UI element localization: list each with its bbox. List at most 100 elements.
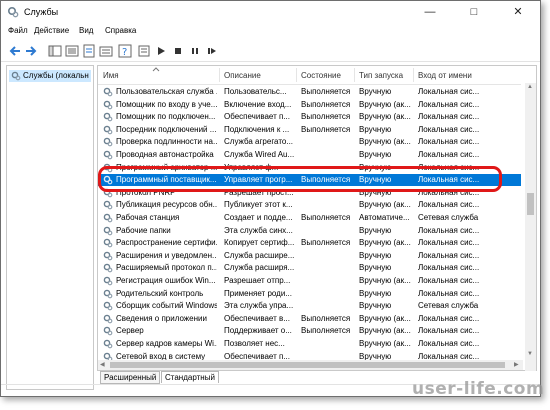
cell-logon: Локальная сис... xyxy=(418,313,480,323)
table-row[interactable]: Рабочая станция Создает и подде... Выполня… xyxy=(98,212,521,224)
service-gear-icon xyxy=(103,213,113,223)
table-row[interactable]: Распространение сертифи... Копирует серти… xyxy=(98,237,521,249)
menu-action[interactable]: Действие xyxy=(34,26,69,35)
table-row[interactable]: Регистрация ошибок Win... Разрешает отпр.… xyxy=(98,275,521,287)
back-arrow-icon[interactable] xyxy=(8,44,22,58)
cell-startup-type: Автоматиче... xyxy=(359,213,410,222)
cell-name: Помощник по подключен... xyxy=(116,112,216,122)
scrollbar-thumb[interactable] xyxy=(527,193,534,215)
table-row[interactable]: Сборщик событий Windows Эта служба упра..… xyxy=(98,300,521,312)
minimize-button[interactable]: — xyxy=(408,1,452,23)
cell-description: Эта служба синх... xyxy=(224,225,293,235)
table-row[interactable]: Проверка подлинности на... Служба агрегат… xyxy=(98,136,521,148)
cell-description: Включение вход... xyxy=(224,99,292,109)
scroll-down-icon[interactable]: ▼ xyxy=(527,351,533,357)
scroll-left-icon[interactable]: ◀ xyxy=(100,361,105,368)
stop-service-icon[interactable] xyxy=(171,44,185,58)
cell-description: Публикует этот к... xyxy=(224,200,293,210)
help-icon[interactable]: ? xyxy=(118,44,132,58)
cell-name: Рабочие папки xyxy=(116,225,171,235)
column-header-startup-type[interactable]: Тип запуска xyxy=(359,71,403,80)
table-row[interactable]: Сервер кадров камеры Wi... Позволяет нес.… xyxy=(98,338,521,350)
hscrollbar-thumb[interactable] xyxy=(110,362,505,368)
scroll-up-icon[interactable]: ▲ xyxy=(527,84,533,90)
tree-item-services-local[interactable]: Службы (локальн xyxy=(9,70,91,82)
table-row[interactable]: Проводная автонастройка Служба Wired Au..… xyxy=(98,149,521,161)
service-gear-icon xyxy=(103,112,113,122)
table-row[interactable]: Посредник подключений ... Подключения к .… xyxy=(98,124,521,136)
menu-help[interactable]: Справка xyxy=(105,26,136,35)
pause-service-icon[interactable] xyxy=(188,44,202,58)
cell-name: Сборщик событий Windows xyxy=(116,301,217,311)
cell-logon: Локальная сис... xyxy=(418,99,480,109)
cell-description: Подключения к ... xyxy=(224,124,290,134)
table-row[interactable]: Помощник по входу в уче... Включение вход… xyxy=(98,99,521,111)
refresh-icon[interactable] xyxy=(82,44,96,58)
cell-description: Служба Wired Au... xyxy=(224,150,294,159)
table-row[interactable]: Родительский контроль Применяет роди... Вр… xyxy=(98,288,521,300)
cell-startup-type: Вручную (ак... xyxy=(359,112,411,122)
export-list-icon[interactable] xyxy=(99,44,113,58)
column-divider[interactable] xyxy=(413,68,414,82)
tab-standard[interactable]: Стандартный xyxy=(161,371,219,383)
cell-startup-type: Вручную (ак... xyxy=(359,238,411,248)
column-header-state[interactable]: Состояние xyxy=(301,71,341,80)
window-title: Службы xyxy=(24,7,59,17)
cell-logon: Локальная сис... xyxy=(418,276,480,285)
table-row[interactable]: Сервер Поддерживает о... Выполняется Вручну… xyxy=(98,325,521,337)
cell-logon: Локальная сис... xyxy=(418,288,480,298)
svg-text:?: ? xyxy=(122,47,127,58)
cell-name: Расширения и уведомлен... xyxy=(116,250,217,260)
cell-name: Сведения о приложении xyxy=(116,313,207,323)
cell-startup-type: Вручную xyxy=(359,225,392,235)
cell-description: Создает и подде... xyxy=(224,213,293,222)
table-row[interactable]: Публикация ресурсов обн... Публикует этот… xyxy=(98,199,521,211)
table-row[interactable]: Расширения и уведомлен... Служба расшире.… xyxy=(98,250,521,262)
cell-description: Эта служба упра... xyxy=(224,301,294,311)
close-button[interactable]: ✕ xyxy=(496,1,540,23)
cell-name: Публикация ресурсов обн... xyxy=(116,200,217,210)
cell-name: Расширяемый протокол п... xyxy=(116,263,217,273)
menu-view[interactable]: Вид xyxy=(79,26,93,35)
forward-arrow-icon[interactable] xyxy=(24,44,38,58)
service-gear-icon xyxy=(103,327,113,336)
console-tree-icon[interactable] xyxy=(48,44,62,58)
column-divider[interactable] xyxy=(296,68,297,82)
cell-startup-type: Вручную xyxy=(359,288,392,298)
column-divider[interactable] xyxy=(354,68,355,82)
cell-description: Позволяет нес... xyxy=(224,339,285,348)
properties-icon[interactable] xyxy=(137,44,151,58)
horizontal-scrollbar[interactable]: ◀ ▶ xyxy=(98,360,523,370)
table-row[interactable]: Расширяемый протокол п... Служба расширя.… xyxy=(98,262,521,274)
cell-state: Выполняется xyxy=(301,213,351,222)
table-row[interactable]: Сведения о приложении Обеспечивает в... Вы… xyxy=(98,313,521,325)
cell-description: Обеспечивает п... xyxy=(224,112,290,122)
column-header-name[interactable]: Имя xyxy=(103,71,119,80)
cell-logon: Локальная сис... xyxy=(418,124,480,134)
cell-startup-type: Вручную (ак... xyxy=(359,326,411,336)
cell-description: Служба расшире... xyxy=(224,250,294,260)
cell-logon: Локальная сис... xyxy=(418,137,480,147)
vertical-scrollbar[interactable]: ▲ ▼ xyxy=(525,83,536,371)
service-gear-icon xyxy=(103,301,113,311)
restart-service-icon[interactable] xyxy=(205,44,219,58)
column-header-description[interactable]: Описание xyxy=(224,71,261,80)
cell-description: Служба расширя... xyxy=(224,263,294,273)
cell-name: Пользовательская служба ... xyxy=(116,87,217,96)
list-view-icon[interactable] xyxy=(65,44,79,58)
cell-description: Пользовательс... xyxy=(224,87,287,96)
table-row[interactable]: Пользовательская служба ... Пользовательс… xyxy=(98,86,521,98)
column-header-logon[interactable]: Вход от имени xyxy=(418,71,472,80)
menu-bar: Файл Действие Вид Справка xyxy=(1,24,540,39)
cell-startup-type: Вручную xyxy=(359,250,392,260)
table-row[interactable]: Рабочие папки Эта служба синх... Вручную Ло… xyxy=(98,225,521,237)
column-divider[interactable] xyxy=(219,68,220,82)
start-service-icon[interactable] xyxy=(154,44,168,58)
tab-extended[interactable]: Расширенный xyxy=(100,371,161,384)
table-row[interactable]: Помощник по подключен... Обеспечивает п..… xyxy=(98,111,521,123)
highlight-annotation xyxy=(98,166,502,192)
scroll-right-icon[interactable]: ▶ xyxy=(514,361,519,368)
cell-description: Служба агрегато... xyxy=(224,137,294,147)
maximize-button[interactable]: □ xyxy=(452,1,496,23)
menu-file[interactable]: Файл xyxy=(8,26,28,35)
